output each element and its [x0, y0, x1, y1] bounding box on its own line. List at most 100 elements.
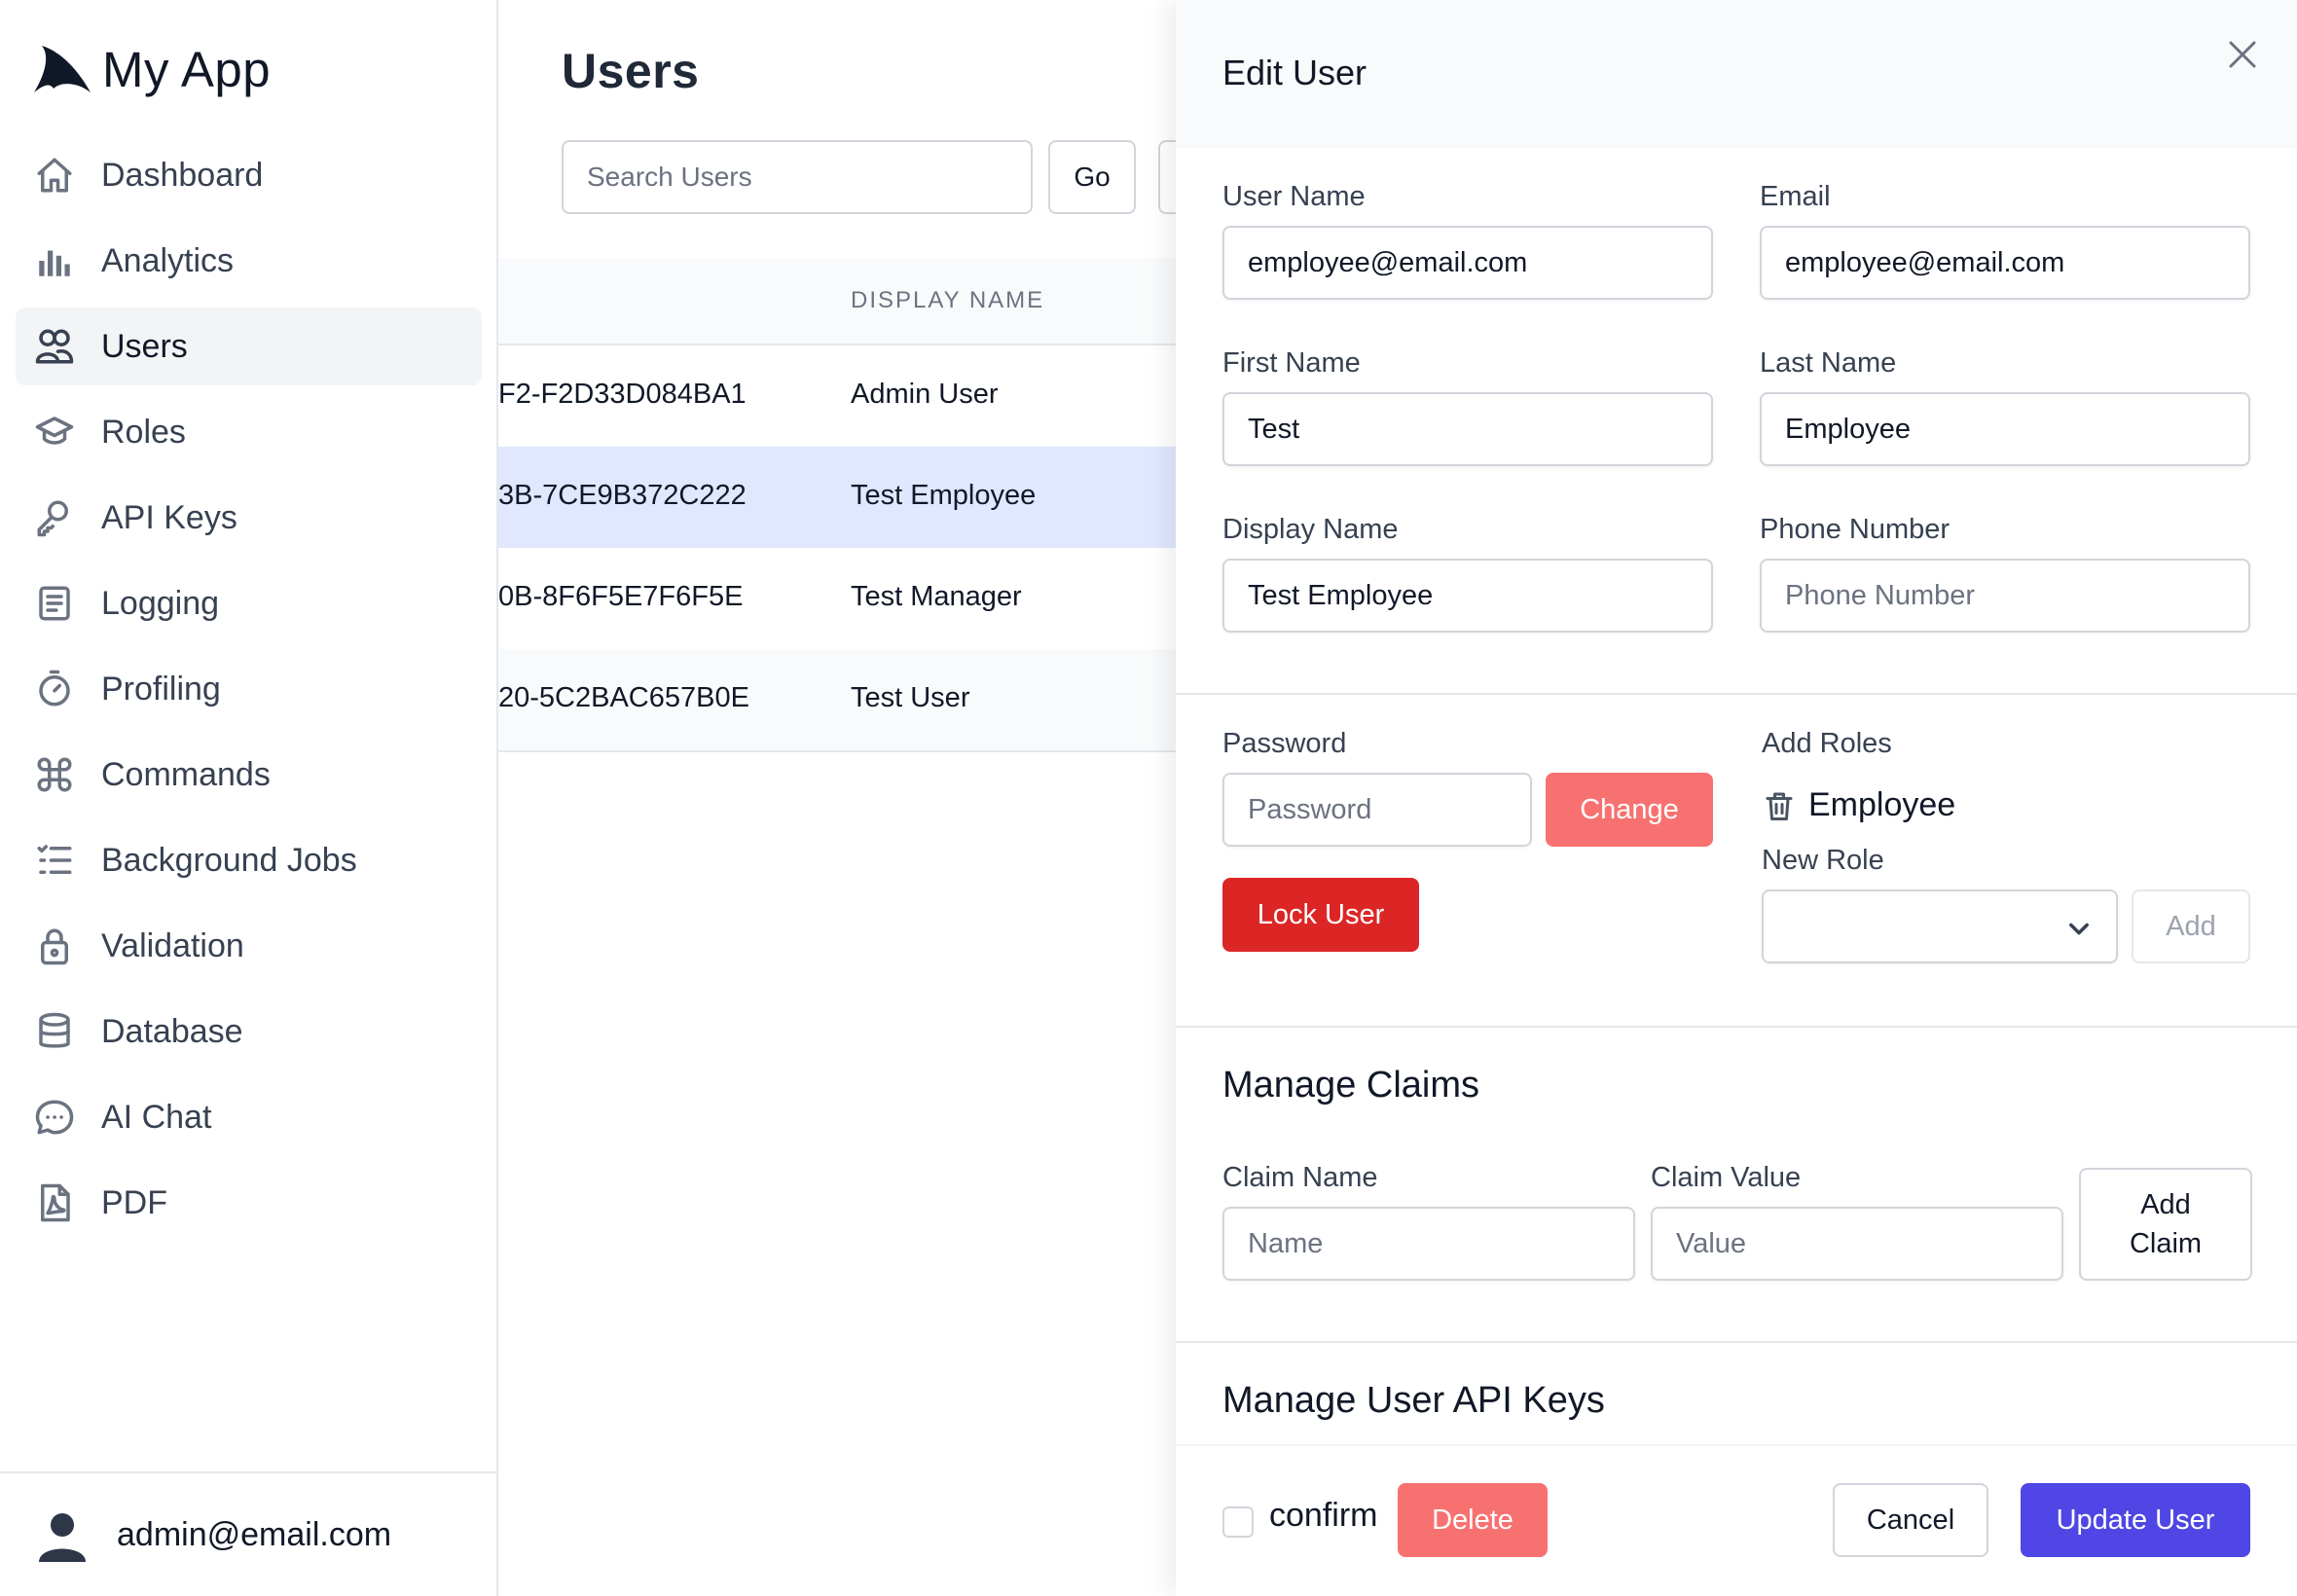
sidebar-item-analytics[interactable]: Analytics	[16, 222, 482, 300]
change-password-button[interactable]: Change	[1546, 773, 1713, 847]
add-claim-button[interactable]: Add Claim	[2079, 1168, 2252, 1281]
lock-icon	[33, 925, 76, 967]
close-icon[interactable]	[2223, 35, 2262, 74]
search-input[interactable]	[562, 140, 1033, 214]
trash-icon[interactable]	[1762, 788, 1797, 823]
shark-fin-logo-icon	[34, 46, 91, 92]
claim-name-label: Claim Name	[1222, 1162, 1378, 1193]
cell-id: F2-F2D33D084BA1	[498, 379, 747, 410]
bar-chart-icon	[33, 239, 76, 282]
section-divider	[1176, 1026, 2297, 1028]
document-list-icon	[33, 582, 76, 625]
panel-title: Edit User	[1222, 53, 1367, 92]
panel-header: Edit User	[1176, 0, 2297, 148]
sidebar-item-label: Analytics	[101, 241, 235, 279]
chat-bubble-icon	[33, 1096, 76, 1139]
sidebar-item-label: Database	[101, 1012, 243, 1050]
cancel-button[interactable]: Cancel	[1833, 1483, 1988, 1557]
claim-name-field[interactable]	[1222, 1207, 1635, 1281]
first-name-field[interactable]	[1222, 392, 1713, 466]
new-role-label: New Role	[1762, 845, 1884, 876]
delete-user-button[interactable]: Delete	[1398, 1483, 1548, 1557]
cell-display-name: Test User	[851, 682, 970, 713]
users-table: DISPLAY NAME F2-F2D33D084BA1 Admin User …	[498, 258, 1180, 752]
email-field[interactable]	[1760, 226, 2250, 300]
sidebar-item-pdf[interactable]: PDF	[16, 1164, 482, 1242]
table-row[interactable]: 0B-8F6F5E7F6F5E Test Manager	[498, 548, 1180, 649]
table-row[interactable]: 3B-7CE9B372C222 Test Employee	[498, 447, 1180, 548]
lock-user-button[interactable]: Lock User	[1222, 878, 1419, 952]
sidebar-item-api-keys[interactable]: API Keys	[16, 479, 482, 557]
confirm-checkbox[interactable]	[1222, 1506, 1254, 1538]
column-header-display-name[interactable]: DISPLAY NAME	[851, 287, 1044, 314]
last-name-field[interactable]	[1760, 392, 2250, 466]
display-name-field[interactable]	[1222, 559, 1713, 633]
add-roles-label: Add Roles	[1762, 728, 1892, 759]
sidebar-item-label: Dashboard	[101, 156, 264, 194]
chevron-down-icon	[2065, 915, 2093, 942]
cell-display-name: Test Manager	[851, 581, 1022, 612]
sidebar-item-validation[interactable]: Validation	[16, 907, 482, 985]
app-title: My App	[102, 41, 272, 97]
sidebar-item-users[interactable]: Users	[16, 308, 482, 385]
sidebar-item-label: Profiling	[101, 670, 221, 707]
sidebar-item-commands[interactable]: Commands	[16, 736, 482, 814]
update-user-button[interactable]: Update User	[2021, 1483, 2250, 1557]
user-name-label: User Name	[1222, 181, 1366, 212]
sidebar-nav: Dashboard Analytics Users Roles API Keys…	[16, 136, 482, 1250]
users-icon	[33, 325, 76, 368]
sidebar-item-label: Users	[101, 327, 188, 365]
table-row[interactable]: F2-F2D33D084BA1 Admin User	[498, 345, 1180, 447]
new-role-select[interactable]	[1762, 889, 2118, 963]
current-user-email: admin@email.com	[117, 1515, 392, 1553]
sidebar-footer[interactable]: admin@email.com	[0, 1471, 496, 1596]
last-name-label: Last Name	[1760, 347, 1897, 379]
claim-value-field[interactable]	[1651, 1207, 2063, 1281]
cell-id: 3B-7CE9B372C222	[498, 480, 747, 511]
graduation-cap-icon	[33, 411, 76, 453]
stopwatch-icon	[33, 668, 76, 710]
cell-display-name: Test Employee	[851, 480, 1037, 511]
sidebar-item-logging[interactable]: Logging	[16, 564, 482, 642]
sidebar-item-label: Validation	[101, 926, 244, 964]
sidebar-item-database[interactable]: Database	[16, 993, 482, 1070]
app-logo[interactable]: My App	[32, 37, 271, 101]
sidebar-item-profiling[interactable]: Profiling	[16, 650, 482, 728]
avatar-icon	[39, 1513, 86, 1562]
manage-claims-title: Manage Claims	[1222, 1065, 1479, 1106]
section-divider	[1176, 693, 2297, 695]
sidebar-item-ai-chat[interactable]: AI Chat	[16, 1078, 482, 1156]
phone-number-field[interactable]	[1760, 559, 2250, 633]
sidebar-item-label: Background Jobs	[101, 841, 357, 879]
role-tag: Employee	[1762, 786, 1955, 824]
list-check-icon	[33, 839, 76, 882]
sidebar-item-label: Commands	[101, 755, 271, 793]
confirm-label: confirm	[1269, 1497, 1378, 1534]
go-button[interactable]: Go	[1048, 140, 1136, 214]
display-name-label: Display Name	[1222, 514, 1399, 545]
edit-user-panel: Edit User User Name Email First Name Las…	[1176, 0, 2297, 1596]
claim-value-label: Claim Value	[1651, 1162, 1802, 1193]
home-icon	[33, 154, 76, 197]
cell-id: 0B-8F6F5E7F6F5E	[498, 581, 744, 612]
table-row[interactable]: 20-5C2BAC657B0E Test User	[498, 649, 1180, 750]
sidebar-item-label: PDF	[101, 1183, 167, 1221]
page-title: Users	[562, 44, 700, 98]
first-name-label: First Name	[1222, 347, 1361, 379]
phone-number-label: Phone Number	[1760, 514, 1951, 545]
sidebar: My App Dashboard Analytics Users Roles A…	[0, 0, 498, 1596]
sidebar-item-roles[interactable]: Roles	[16, 393, 482, 471]
table-header: DISPLAY NAME	[498, 258, 1180, 345]
password-label: Password	[1222, 728, 1347, 759]
email-label: Email	[1760, 181, 1831, 212]
manage-api-keys-title: Manage User API Keys	[1222, 1380, 1605, 1421]
sidebar-item-label: Roles	[101, 413, 186, 451]
password-field[interactable]	[1222, 773, 1532, 847]
sidebar-item-label: API Keys	[101, 498, 237, 536]
key-icon	[33, 496, 76, 539]
sidebar-item-background-jobs[interactable]: Background Jobs	[16, 821, 482, 899]
add-role-button[interactable]: Add	[2132, 889, 2250, 963]
database-icon	[33, 1010, 76, 1053]
sidebar-item-dashboard[interactable]: Dashboard	[16, 136, 482, 214]
user-name-field[interactable]	[1222, 226, 1713, 300]
